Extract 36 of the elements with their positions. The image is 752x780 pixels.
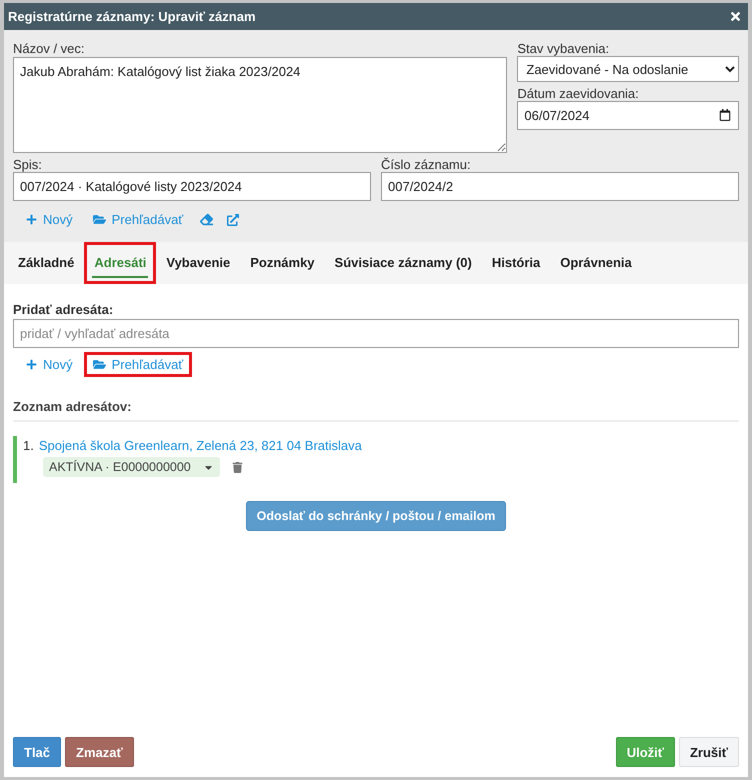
tab[interactable]: Oprávnenia bbox=[550, 242, 642, 284]
field-label: Názov / vec: bbox=[13, 41, 86, 56]
date-field[interactable]: 06/07/2024 bbox=[517, 101, 739, 130]
window-title: Registratúrne záznamy: Upraviť záznam bbox=[8, 9, 256, 24]
folder-icon bbox=[92, 213, 106, 226]
eraser-icon bbox=[200, 213, 214, 226]
tab[interactable]: Súvisiace záznamy (0) bbox=[324, 242, 482, 284]
close-icon[interactable] bbox=[729, 10, 742, 23]
list-number: 1. bbox=[23, 438, 34, 453]
field-label: Stav vybavenia: bbox=[517, 41, 610, 56]
field-label: Pridať adresáta: bbox=[13, 302, 114, 317]
subject-field[interactable]: Jakub Abrahám: Katalógový list žiaka 2023/2024 bbox=[13, 57, 508, 153]
file-field[interactable]: 007/2024 · Katalógové listy 2023/2024 bbox=[13, 172, 371, 201]
status-select[interactable]: Zaevidované - Na odoslanie bbox=[517, 56, 739, 82]
calendar-icon[interactable] bbox=[719, 109, 731, 121]
delete-button[interactable]: Zmazať bbox=[65, 737, 134, 767]
field-label: Spis: bbox=[13, 157, 43, 172]
cancel-button[interactable]: Zrušiť bbox=[678, 737, 739, 767]
field-label: Dátum zaevidovania: bbox=[517, 86, 640, 101]
tab[interactable]: Poznámky bbox=[240, 242, 325, 284]
plus-icon bbox=[26, 359, 37, 370]
section-heading: Zoznam adresátov: bbox=[13, 379, 739, 422]
field-label: Číslo záznamu: bbox=[381, 157, 472, 172]
folder-icon bbox=[92, 358, 106, 371]
delete-button[interactable] bbox=[232, 462, 243, 472]
print-button[interactable]: Tlač bbox=[13, 737, 62, 767]
status-dropdown[interactable]: AKTÍVNA · E0000000000 bbox=[43, 457, 220, 477]
external-link-icon bbox=[227, 214, 240, 226]
plus-icon bbox=[26, 214, 37, 225]
record-number-field[interactable]: 007/2024/2 bbox=[381, 172, 739, 201]
tab[interactable]: Základné bbox=[8, 242, 84, 284]
tab[interactable]: Vybavenie bbox=[156, 242, 240, 284]
tab[interactable]: História bbox=[482, 242, 550, 284]
recipient-search-field[interactable]: pridať / vyhľadať adresáta bbox=[13, 319, 739, 348]
tab[interactable]: Adresáti bbox=[84, 242, 156, 284]
trash-icon bbox=[232, 462, 243, 472]
